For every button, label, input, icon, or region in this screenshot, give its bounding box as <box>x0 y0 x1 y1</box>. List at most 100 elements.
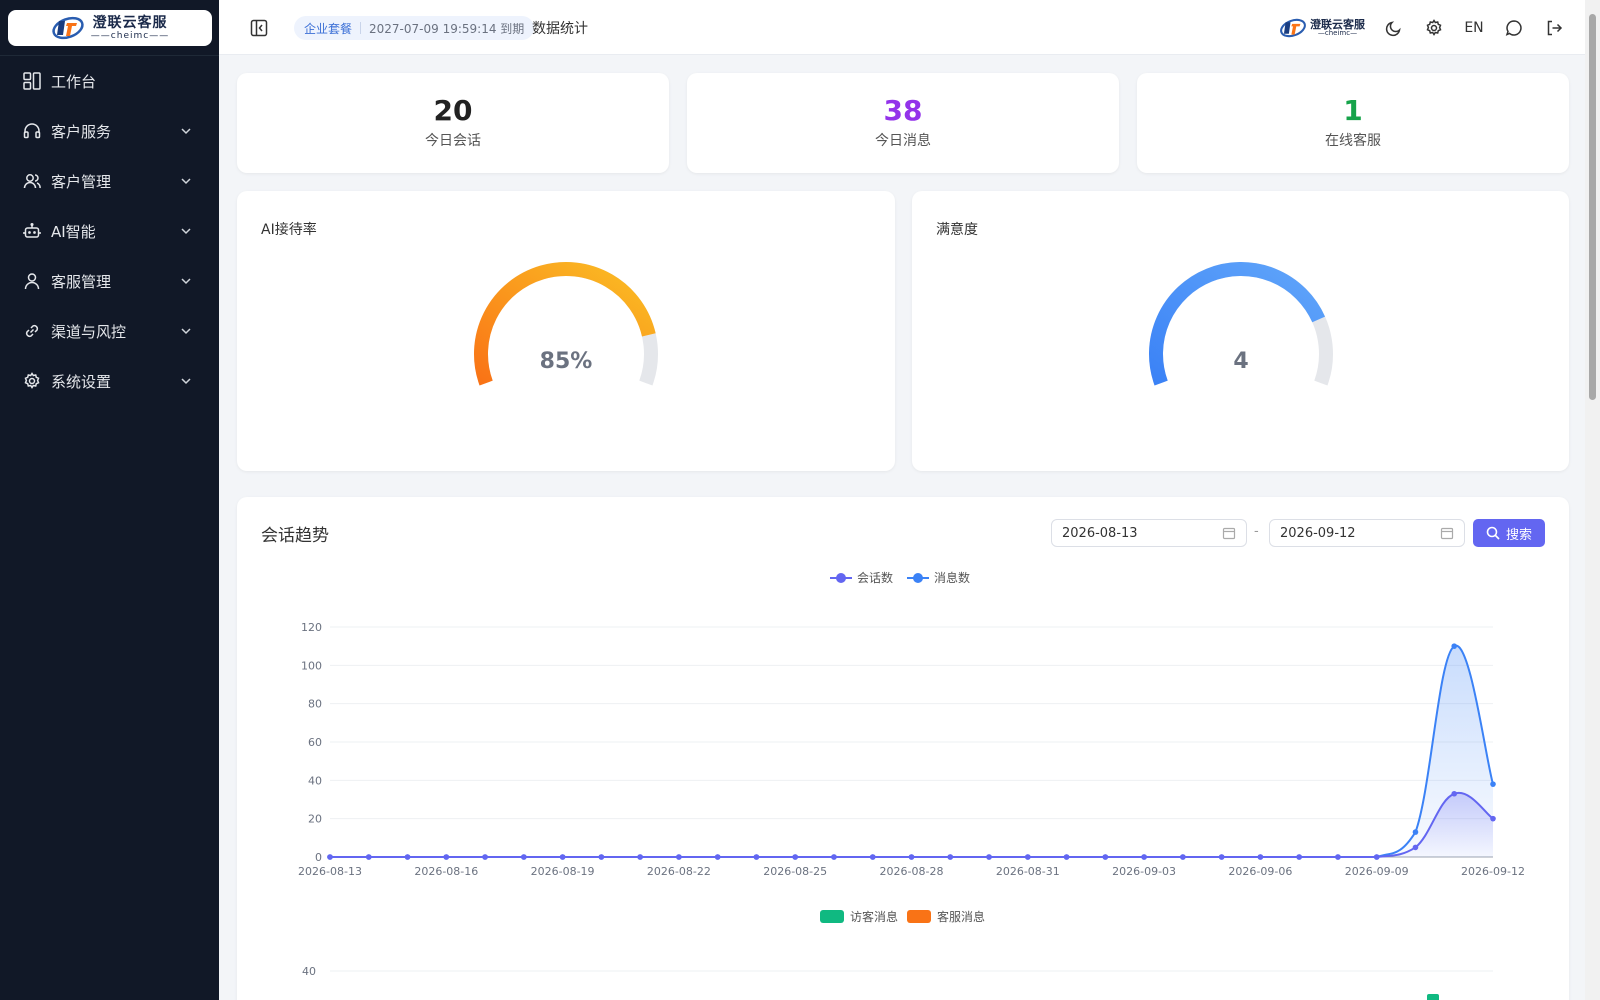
sidebar-item-channels[interactable]: 渠道与风控 <box>0 306 219 356</box>
x-tick-label: 2026-08-31 <box>996 865 1060 878</box>
data-point[interactable] <box>986 854 992 860</box>
sidebar-logo[interactable]: 澄联云客服 ——cheimc—— <box>8 10 212 46</box>
data-point[interactable] <box>1490 815 1496 822</box>
plan-expire: 2027-07-09 19:59:14 到期 <box>369 21 525 36</box>
data-point[interactable] <box>327 854 333 860</box>
x-tick-label: 2026-08-28 <box>880 865 944 878</box>
data-point[interactable] <box>1141 854 1147 860</box>
data-point[interactable] <box>1373 854 1380 860</box>
logo-text-cn: 澄联云客服 <box>92 14 168 31</box>
gauge-value: 85% <box>540 349 593 374</box>
gear-icon <box>22 371 42 391</box>
brand-logo-icon <box>52 16 84 40</box>
y-tick-label: 60 <box>308 736 322 749</box>
legend-marker[interactable] <box>913 573 923 583</box>
y-tick-label: 20 <box>308 813 322 826</box>
data-point[interactable] <box>559 854 566 860</box>
data-point[interactable] <box>792 854 798 860</box>
data-point[interactable] <box>1451 790 1458 797</box>
sidebar-item-customer-management[interactable]: 客户管理 <box>0 156 219 206</box>
data-point[interactable] <box>831 854 837 860</box>
sidebar-item-settings[interactable]: 系统设置 <box>0 356 219 406</box>
data-point[interactable] <box>598 854 605 860</box>
scrollbar-thumb[interactable] <box>1589 14 1596 400</box>
data-point[interactable] <box>482 854 488 860</box>
data-point[interactable] <box>714 854 721 860</box>
dark-mode-icon[interactable] <box>1383 17 1405 39</box>
x-tick-label: 2026-08-13 <box>298 865 362 878</box>
stat-label: 今日消息 <box>875 133 931 150</box>
trend-card: 会话趋势 2026-08-13 - 2026-09-12 搜索 会话数 消息数 0 2… <box>237 497 1569 1000</box>
chevron-down-icon <box>181 328 191 335</box>
x-tick-label: 2026-09-03 <box>1112 865 1176 878</box>
data-point[interactable] <box>1335 854 1341 860</box>
stat-label: 在线客服 <box>1325 133 1381 150</box>
legend-label[interactable]: 消息数 <box>934 570 970 585</box>
x-tick-label: 2026-08-16 <box>414 865 478 878</box>
y-tick-label: 40 <box>308 774 322 787</box>
x-tick-label: 2026-08-25 <box>763 865 827 878</box>
trend-line-chart: 会话数 消息数 0 20 40 60 80 100 120 2026-08-13 2026-08-1… <box>298 570 1525 1000</box>
data-point[interactable] <box>1412 829 1419 835</box>
legend-label[interactable]: 访客消息 <box>850 909 898 924</box>
x-tick-label: 2026-08-22 <box>647 865 711 878</box>
chevron-down-icon <box>181 128 191 135</box>
sidebar-item-dashboard[interactable]: 工作台 <box>0 56 219 106</box>
data-point[interactable] <box>637 854 643 860</box>
data-point[interactable] <box>1180 854 1186 860</box>
chevron-down-icon <box>181 228 191 235</box>
y-tick-label: 40 <box>302 965 316 978</box>
data-point[interactable] <box>908 854 915 860</box>
gauge-card-satisfaction: 满意度 4 <box>912 191 1569 471</box>
legend-swatch[interactable] <box>907 910 931 923</box>
data-point[interactable] <box>1490 781 1496 787</box>
bar[interactable] <box>1427 994 1439 1000</box>
sidebar-item-agent-management[interactable]: 客服管理 <box>0 256 219 306</box>
data-point[interactable] <box>1102 854 1109 860</box>
satisfaction-gauge: 4 <box>1149 262 1333 386</box>
gauge-value: 4 <box>1233 349 1248 374</box>
data-point[interactable] <box>753 854 760 860</box>
logout-icon[interactable] <box>1543 17 1565 39</box>
logo-text-en: ——cheimc—— <box>90 30 170 41</box>
y-tick-label: 100 <box>301 659 322 672</box>
legend-label[interactable]: 客服消息 <box>937 909 985 924</box>
series-line <box>330 645 1494 858</box>
legend-label[interactable]: 会话数 <box>857 570 893 585</box>
stat-card-messages: 38 今日消息 <box>687 73 1119 173</box>
data-point[interactable] <box>1412 844 1419 851</box>
data-point[interactable] <box>1063 854 1070 860</box>
link-icon <box>22 321 42 341</box>
data-point[interactable] <box>521 854 527 860</box>
data-point[interactable] <box>1218 854 1225 860</box>
badge-divider <box>360 22 362 34</box>
chat-icon[interactable] <box>1503 17 1525 39</box>
data-point[interactable] <box>869 854 876 860</box>
top-header: 企业套餐 2027-07-09 19:59:14 到期 数据统计 澄联云客服 —… <box>219 0 1585 55</box>
legend-swatch[interactable] <box>820 910 844 923</box>
legend-marker[interactable] <box>836 573 846 583</box>
sidebar-collapse-icon[interactable] <box>249 18 269 38</box>
grid-icon <box>22 71 42 91</box>
x-tick-label: 2026-08-19 <box>531 865 595 878</box>
sidebar-item-ai[interactable]: AI智能 <box>0 206 219 256</box>
page-scrollbar[interactable] <box>1585 0 1600 1000</box>
data-point[interactable] <box>1296 854 1302 860</box>
data-point[interactable] <box>1451 643 1458 649</box>
data-point[interactable] <box>1025 854 1031 860</box>
sidebar-item-label: 客户服务 <box>51 122 112 141</box>
sidebar-menu: 工作台 客户服务 客户管理 AI智能 客服管理 渠道与风控 系统设置 <box>0 56 219 406</box>
sidebar-item-customer-service[interactable]: 客户服务 <box>0 106 219 156</box>
data-point[interactable] <box>404 854 411 860</box>
data-point[interactable] <box>676 854 682 860</box>
chevron-down-icon <box>181 178 191 185</box>
data-point[interactable] <box>947 854 954 860</box>
data-point[interactable] <box>443 854 450 860</box>
data-point[interactable] <box>365 854 372 860</box>
language-toggle[interactable]: EN <box>1463 17 1485 39</box>
series-line <box>330 791 1494 858</box>
settings-gear-icon[interactable] <box>1423 17 1445 39</box>
data-point[interactable] <box>1257 854 1264 860</box>
page-title: 数据统计 <box>532 21 588 37</box>
sidebar-item-label: 系统设置 <box>51 372 112 391</box>
